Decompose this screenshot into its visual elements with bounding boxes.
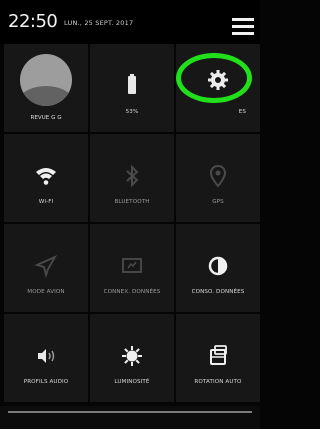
location-pin-icon [209, 164, 227, 188]
brightness-icon [122, 346, 142, 366]
bluetooth-label: BLUETOOTH [114, 199, 150, 205]
data-connection-icon [122, 258, 142, 273]
audio-label: PROFILS AUDIO [23, 379, 69, 385]
data-tile[interactable]: CONNEX. DONNÉES [90, 224, 174, 312]
usage-tile[interactable]: CONSO. DONNÉES [176, 224, 260, 312]
battery-tile[interactable]: 53% [90, 44, 174, 132]
data-label: CONNEX. DONNÉES [103, 289, 161, 295]
brightness-label: LUMINOSITÉ [114, 379, 150, 385]
rotation-tile[interactable]: ROTATION AUTO [176, 314, 260, 402]
date-label: LUN., 25 SEPT. 2017 [64, 19, 134, 27]
usage-label: CONSO. DONNÉES [191, 289, 245, 295]
wifi-icon [36, 168, 56, 185]
menu-icon[interactable] [232, 18, 254, 36]
airplane-icon [34, 255, 58, 278]
auto-rotate-icon [210, 345, 227, 365]
bluetooth-icon [126, 164, 139, 188]
bluetooth-tile[interactable]: BLUETOOTH [90, 134, 174, 222]
settings-label: ES [238, 109, 246, 115]
airplane-tile[interactable]: MODE AVION [4, 224, 88, 312]
audio-profile-icon [38, 349, 55, 363]
slider-track [8, 411, 252, 413]
data-usage-icon [208, 256, 228, 276]
status-bar: 22:50 LUN., 25 SEPT. 2017 [0, 0, 260, 44]
gps-tile[interactable]: GPS [176, 134, 260, 222]
gps-label: GPS [212, 199, 224, 205]
battery-icon [120, 74, 144, 98]
brightness-tile[interactable]: LUMINOSITÉ [90, 314, 174, 402]
clock: 22:50 [8, 11, 58, 32]
avatar [20, 54, 72, 106]
wifi-label: WI-FI [38, 199, 54, 205]
battery-label: 53% [125, 109, 139, 115]
audio-tile[interactable]: PROFILS AUDIO [4, 314, 88, 402]
profile-tile[interactable]: REVUE G G [4, 44, 88, 132]
airplane-label: MODE AVION [27, 289, 65, 295]
wifi-tile[interactable]: WI-FI [4, 134, 88, 222]
brightness-slider[interactable] [0, 406, 260, 429]
highlight-circle [176, 53, 252, 103]
rotation-label: ROTATION AUTO [194, 379, 242, 385]
profile-label: REVUE G G [30, 115, 62, 121]
